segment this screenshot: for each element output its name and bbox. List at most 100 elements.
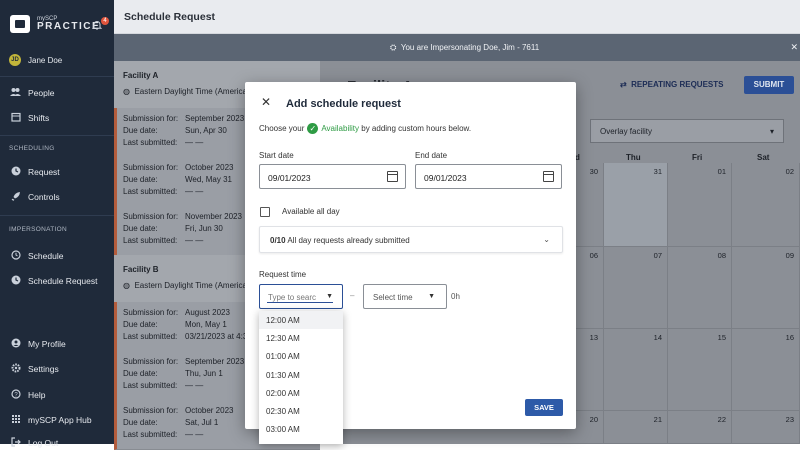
end-date-value: 09/01/2023 <box>424 173 467 183</box>
time-option[interactable]: 02:30 AM <box>259 402 343 420</box>
field-label: Last submitted: <box>123 381 178 390</box>
submit-button[interactable]: SUBMIT <box>744 76 794 94</box>
calendar-day[interactable]: 16 <box>732 329 800 411</box>
last-submitted-value: — — <box>185 187 204 196</box>
sidebar-item-controls[interactable]: Controls <box>10 191 60 202</box>
calendar-day[interactable]: 23 <box>732 411 800 444</box>
end-time-placeholder: Select time <box>373 293 413 302</box>
repeat-icon: ⇄ <box>620 80 627 89</box>
sidebar-item-schedule[interactable]: Schedule <box>10 250 63 261</box>
divider <box>0 76 114 77</box>
time-option[interactable]: 12:30 AM <box>259 329 343 347</box>
day-header: Sat <box>757 153 770 162</box>
divider <box>0 135 114 136</box>
calendar-icon[interactable] <box>543 171 554 182</box>
start-date-value: 09/01/2023 <box>268 173 311 183</box>
availability-link[interactable]: Availability <box>321 124 359 133</box>
dialog-title: Add schedule request <box>286 98 401 110</box>
intro-text: Choose your <box>259 124 305 133</box>
chevron-down-icon: ▾ <box>769 127 774 136</box>
sidebar-item-label: Log Out <box>28 437 59 448</box>
all-day-requests-accordion[interactable]: 0/10 All day requests already submitted … <box>259 226 563 253</box>
last-submitted-value: — — <box>185 381 204 390</box>
calendar-day[interactable]: 08 <box>668 247 732 329</box>
last-submitted-value: — — <box>185 138 204 147</box>
end-time-select[interactable]: Select time ▼ <box>363 284 447 309</box>
repeating-requests-button[interactable]: ⇄ REPEATING REQUESTS <box>620 80 723 89</box>
sidebar-item-log-out[interactable]: Log Out <box>10 437 58 448</box>
time-option[interactable]: 12:00 AM <box>259 311 343 330</box>
grid-icon <box>10 414 21 425</box>
sidebar-item-label: Controls <box>28 191 60 202</box>
field-label: Due date: <box>123 175 158 184</box>
gear-icon <box>10 363 21 374</box>
page-title: Schedule Request <box>124 11 216 23</box>
time-option[interactable]: 02:00 AM <box>259 384 343 402</box>
time-separator: – <box>350 291 355 300</box>
user-profile[interactable]: JD Jane Doe <box>9 54 62 66</box>
logo-icon <box>10 15 30 33</box>
close-icon[interactable]: ✕ <box>790 42 798 53</box>
dropdown-arrow-icon: ▼ <box>428 293 435 300</box>
sidebar-item-shifts[interactable]: Shifts <box>10 112 49 123</box>
facility-timezone: ◍ Eastern Daylight Time (America <box>123 281 247 290</box>
overlay-facility-select[interactable]: Overlay facility ▾ <box>590 119 784 143</box>
close-icon[interactable]: ✕ <box>261 96 271 108</box>
globe-icon: ◍ <box>123 281 130 290</box>
calendar-day[interactable]: 21 <box>604 411 668 444</box>
time-options-dropdown: 12:00 AM 12:30 AM 01:00 AM 01:30 AM 02:0… <box>259 311 343 444</box>
facility-name: Facility A <box>123 71 159 80</box>
field-label: Last submitted: <box>123 138 178 147</box>
save-button[interactable]: SAVE <box>525 399 563 416</box>
sidebar-item-help[interactable]: ? Help <box>10 389 45 400</box>
submission-for-value: September 2023 <box>185 114 245 123</box>
time-option[interactable]: 01:00 AM <box>259 347 343 365</box>
calendar-day[interactable]: 14 <box>604 329 668 411</box>
request-icon <box>10 275 21 286</box>
last-submitted-value: — — <box>185 236 204 245</box>
sidebar-item-app-hub[interactable]: mySCP App Hub <box>10 414 92 425</box>
start-time-select[interactable]: Type to searc ▼ <box>259 284 343 309</box>
intro-text: by adding custom hours below. <box>361 124 472 133</box>
notification-badge: 4 <box>101 17 109 25</box>
time-option[interactable]: 03:00 AM <box>259 420 343 438</box>
calendar-day[interactable]: 01 <box>668 163 732 247</box>
available-all-day-checkbox[interactable] <box>260 207 270 217</box>
sidebar-item-label: Request <box>28 166 60 177</box>
sidebar-item-people[interactable]: People <box>10 87 54 98</box>
section-label-impersonation: IMPERSONATION <box>9 226 67 233</box>
calendar-day[interactable]: 22 <box>668 411 732 444</box>
page-header: Schedule Request <box>114 0 800 34</box>
sidebar-item-label: Shifts <box>28 112 50 123</box>
overlay-facility-label: Overlay facility <box>600 127 653 136</box>
accordion-count: 0/10 <box>270 236 286 245</box>
sidebar-item-settings[interactable]: Settings <box>10 363 59 374</box>
end-date-field[interactable]: 09/01/2023 <box>415 164 562 189</box>
field-label: Due date: <box>123 320 158 329</box>
start-date-field[interactable]: 09/01/2023 <box>259 164 406 189</box>
duration-label: 0h <box>451 292 460 301</box>
calendar-day[interactable]: 31 <box>604 163 668 247</box>
sidebar-item-schedule-request[interactable]: Schedule Request <box>10 275 97 286</box>
sidebar-item-request[interactable]: Request <box>10 166 60 177</box>
dialog-intro: Choose your ✓ Availability by adding cus… <box>259 123 471 134</box>
calendar-day[interactable]: 07 <box>604 247 668 329</box>
calendar-day[interactable]: 02 <box>732 163 800 247</box>
calendar-day[interactable]: 15 <box>668 329 732 411</box>
rocket-icon <box>10 191 21 202</box>
sidebar-item-my-profile[interactable]: My Profile <box>10 338 66 349</box>
calendar-day[interactable]: 09 <box>732 247 800 329</box>
impersonation-label: You are Impersonating Doe, Jim - 7611 <box>400 43 540 52</box>
impersonation-text: ⛭ You are Impersonating Doe, Jim - 7611 <box>390 43 539 53</box>
globe-icon: ◍ <box>123 87 130 96</box>
sidebar-item-label: mySCP App Hub <box>28 414 92 425</box>
last-submitted-value: 03/21/2023 at 4:3 <box>185 332 248 341</box>
submission-for-value: November 2023 <box>185 212 242 221</box>
time-option[interactable]: 01:30 AM <box>259 366 343 384</box>
app-logo[interactable]: mySCP PRACTICE <box>10 15 100 33</box>
person-icon <box>10 338 21 349</box>
avatar: JD <box>9 54 21 66</box>
sidebar-item-label: My Profile <box>28 338 66 349</box>
field-label: Submission for: <box>123 212 179 221</box>
calendar-icon[interactable] <box>387 171 398 182</box>
